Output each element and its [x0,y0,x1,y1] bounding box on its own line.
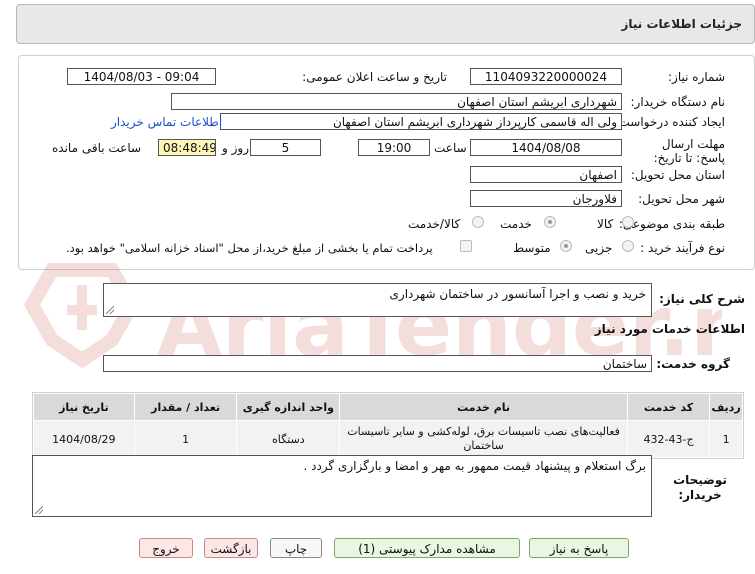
requester-label: ایجاد کننده درخواست: [614,115,725,129]
resize-grip-icon[interactable] [106,306,114,314]
reply-button[interactable]: پاسخ به نیاز [529,538,629,558]
buyer-notes-label: توضیحات خریدار: [673,473,727,502]
buyer-org-label: نام دستگاه خریدار: [630,95,726,109]
remaining-time-label: ساعت باقی مانده [52,141,142,155]
deadline-time-field: 19:00 [358,139,430,156]
service-group-field: ساختمان [103,355,652,372]
category-option-goods: کالا [597,217,614,231]
category-radio-service[interactable] [544,216,556,228]
announce-datetime-label: تاریخ و ساعت اعلان عمومی: [302,70,447,84]
days-label: روز و [222,141,249,155]
services-section-title: اطلاعات خدمات مورد نیاز [594,322,745,336]
category-option-goods-service: کالا/خدمت [408,217,461,231]
remaining-time-field: 08:48:49 [158,139,216,156]
col-header-service-name: نام خدمت [339,393,628,421]
deadline-time-label: ساعت [434,141,467,155]
view-attachments-button[interactable]: مشاهده مدارک پیوستی (1) [334,538,520,558]
province-field: اصفهان [470,166,622,183]
category-label: طبقه بندی موضوعی: [618,217,725,231]
exit-button[interactable]: خروج [139,538,193,558]
service-group-label: گروه خدمت: [656,357,730,371]
table-row: 1 ج-43-432 فعالیت‌های نصب تاسیسات برق، ل… [33,420,743,458]
buyer-notes-text: برگ استعلام و پیشنهاد قیمت ممهور به مهر … [303,459,646,473]
resize-grip-icon[interactable] [35,506,43,514]
city-label: شهر محل تحویل: [638,192,725,206]
summary-text: خرید و نصب و اجرا آسانسور در ساختمان شهر… [389,287,646,301]
city-field: فلاورجان [470,190,622,207]
cell-service-name: فعالیت‌های نصب تاسیسات برق، لوله‌کشی و س… [339,420,628,458]
table-header-row: ردیف کد خدمت نام خدمت واحد اندازه گیری ت… [33,393,743,421]
cell-quantity: 1 [133,420,238,458]
col-header-quantity: تعداد / مقدار [133,393,238,421]
need-number-field: 1104093220000024 [470,68,622,85]
summary-label: شرح کلی نیاز: [659,292,745,306]
summary-field: خرید و نصب و اجرا آسانسور در ساختمان شهر… [103,283,652,317]
cell-row-number: 1 [709,420,743,458]
announce-datetime-field: 1404/08/03 - 09:04 [67,68,216,85]
buyer-contact-link[interactable]: اطلاعات تماس خریدار [111,115,222,129]
province-label: استان محل تحویل: [630,168,725,182]
days-field: 5 [250,139,321,156]
col-header-unit: واحد اندازه گیری [236,393,341,421]
print-button[interactable]: چاپ [270,538,322,558]
need-number-label: شماره نیاز: [668,70,725,84]
cell-unit: دستگاه [236,420,341,458]
col-header-service-code: کد خدمت [626,393,711,421]
col-header-row-number: ردیف [709,393,743,421]
deadline-label: مهلت ارسال پاسخ: تا تاریخ: [653,137,725,165]
deadline-date-field: 1404/08/08 [470,139,622,156]
category-radio-goods-service[interactable] [472,216,484,228]
back-button[interactable]: بازگشت [204,538,258,558]
cell-need-date: 1404/08/29 [33,420,135,458]
category-radio-goods[interactable] [622,216,634,228]
col-header-need-date: تاریخ نیاز [33,393,135,421]
buyer-org-field: شهرداری ابریشم استان اصفهان [171,93,622,110]
page-title: جزئیات اطلاعات نیاز [621,17,742,31]
category-option-service: خدمت [500,217,532,231]
cell-service-code: ج-43-432 [626,420,711,458]
page-header: جزئیات اطلاعات نیاز [16,4,755,44]
requester-field: ولی اله قاسمی کارپرداز شهرداری ابریشم اس… [220,113,622,130]
services-table: ردیف کد خدمت نام خدمت واحد اندازه گیری ت… [32,392,744,459]
buyer-notes-field: برگ استعلام و پیشنهاد قیمت ممهور به مهر … [32,455,652,517]
